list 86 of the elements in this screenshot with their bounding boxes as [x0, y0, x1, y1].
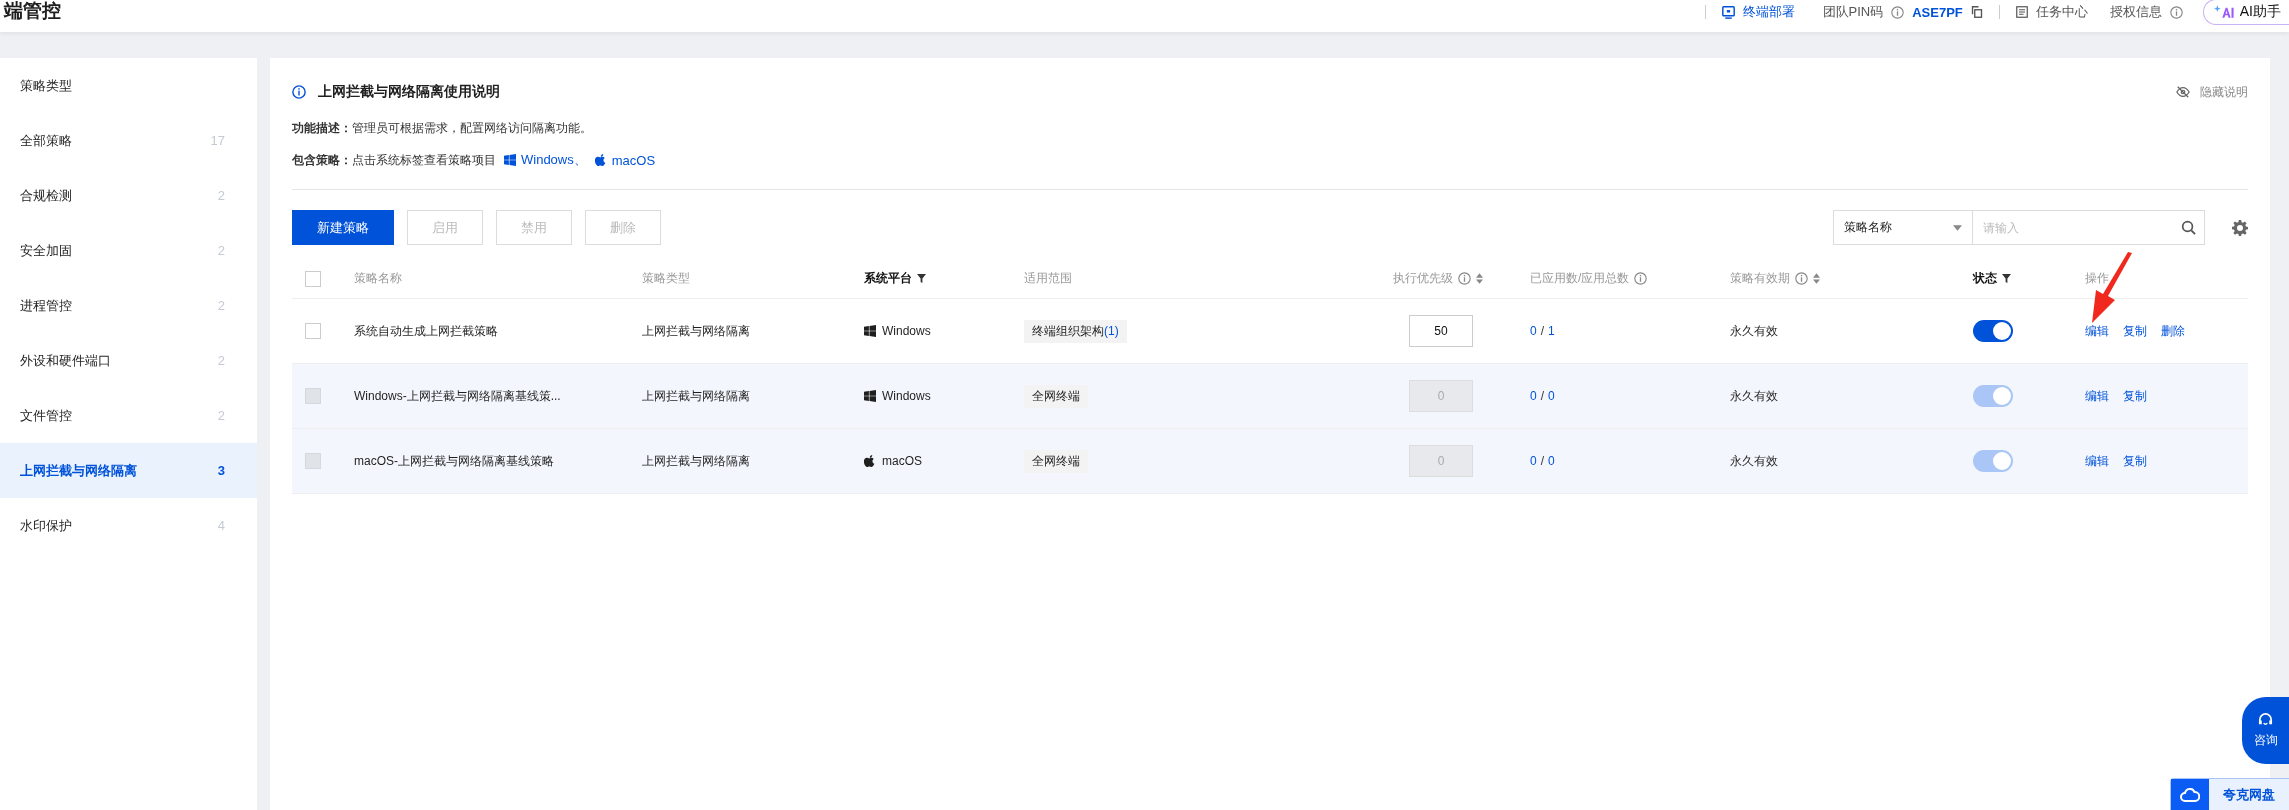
column-header: 策略有效期: [1718, 259, 1960, 299]
select-all-checkbox[interactable]: [305, 270, 321, 287]
action-link[interactable]: 复制: [2123, 322, 2147, 340]
row-checkbox[interactable]: [305, 323, 321, 339]
apple-icon: [594, 154, 607, 166]
platform-name: macOS: [882, 454, 922, 468]
page-title: 端管控: [4, 0, 61, 22]
windows-icon: [504, 154, 516, 166]
pin-code: ASE7PF: [1912, 4, 1963, 20]
info-icon: [1458, 272, 1471, 285]
column-header: 策略名称: [340, 259, 630, 299]
info-icon: [1634, 272, 1648, 285]
status-toggle[interactable]: [1973, 320, 2013, 342]
validity-text: 永久有效: [1730, 322, 1778, 340]
policy-type: 上网拦截与网络隔离: [642, 322, 750, 340]
column-header: 策略类型: [630, 259, 850, 299]
settings-icon[interactable]: [2232, 219, 2248, 236]
headset-icon: [2258, 712, 2273, 728]
policy-name: macOS-上网拦截与网络隔离基线策略: [354, 452, 554, 470]
scope-tag: 全网终端: [1024, 449, 1088, 473]
policy-type: 上网拦截与网络隔离: [642, 452, 750, 470]
sidebar-item[interactable]: 进程管控 2: [0, 278, 257, 333]
platform-name: Windows: [882, 389, 931, 403]
policy-name: Windows-上网拦截与网络隔离基线策...: [354, 387, 561, 405]
ai-assistant-button[interactable]: AI助手: [2202, 0, 2289, 25]
scope-tag: 终端组织架构(1): [1024, 319, 1127, 343]
info-icon: [292, 85, 306, 99]
column-header: 系统平台: [850, 259, 1012, 299]
sidebar-item[interactable]: 文件管控 2: [0, 388, 257, 443]
deploy-link[interactable]: 终端部署: [1721, 3, 1795, 21]
column-header: 执行优先级: [1380, 259, 1520, 299]
policies-hint: 点击系统标签查看策略项目: [352, 151, 496, 169]
search-icon[interactable]: [2181, 220, 2196, 235]
scope-tag: 全网终端: [1024, 384, 1088, 408]
info-icon: [1795, 272, 1808, 285]
column-header: 已应用数/应用总数: [1520, 259, 1718, 299]
monitor-icon: [1721, 5, 1735, 19]
policy-type: 上网拦截与网络隔离: [642, 387, 750, 405]
netdisk-button[interactable]: 夸克网盘: [2170, 778, 2289, 810]
cloud-icon: [2180, 788, 2200, 802]
sidebar-item[interactable]: 水印保护 4: [0, 498, 257, 553]
column-header: 状态: [1960, 259, 2073, 299]
description-label: 功能描述：: [292, 120, 352, 137]
sparkle-icon: [2213, 5, 2234, 19]
hide-guide-link[interactable]: 隐藏说明: [2176, 83, 2248, 101]
list-icon: [2015, 6, 2028, 18]
pin-label: 团队PIN码: [1822, 3, 1884, 21]
task-center-link[interactable]: 任务中心: [2035, 3, 2088, 21]
priority-field[interactable]: 50: [1409, 315, 1473, 347]
applied-count: 0 / 0: [1530, 454, 1555, 468]
sidebar-heading: 策略类型: [19, 76, 73, 95]
validity-text: 永久有效: [1730, 452, 1778, 470]
platform-link[interactable]: Windows、: [504, 151, 587, 169]
sidebar-item[interactable]: 全部策略 17: [0, 113, 257, 168]
hidden-eye-icon: [2176, 85, 2190, 99]
action-link[interactable]: 编辑: [2085, 322, 2109, 340]
apple-icon: [864, 455, 876, 467]
filter-icon[interactable]: [2002, 274, 2011, 283]
sort-icon[interactable]: [1813, 273, 1820, 284]
copy-icon[interactable]: [1970, 6, 1983, 18]
sidebar-item[interactable]: 外设和硬件端口 2: [0, 333, 257, 388]
policies-label: 包含策略：: [292, 151, 352, 169]
consult-button[interactable]: 咨询: [2242, 697, 2289, 764]
sort-icon[interactable]: [1476, 273, 1483, 284]
platform-name: Windows: [882, 324, 931, 338]
search-field[interactable]: 策略名称 请输入: [1833, 210, 2205, 245]
license-info-link[interactable]: 授权信息: [2109, 3, 2162, 21]
info-icon: [1891, 5, 1905, 19]
filter-icon[interactable]: [917, 274, 926, 283]
policy-name: 系统自动生成上网拦截策略: [354, 322, 498, 340]
platform-link[interactable]: macOS: [594, 152, 656, 168]
info-icon: [2169, 5, 2183, 19]
action-link[interactable]: 删除: [2161, 322, 2185, 340]
column-header: 适用范围: [1012, 259, 1380, 299]
validity-text: 永久有效: [1730, 387, 1778, 405]
description-text: 管理员可根据需求，配置网络访问隔离功能。: [352, 120, 592, 137]
toolbar-button[interactable]: 新建策略: [292, 210, 394, 245]
sidebar-item[interactable]: 合规检测 2: [0, 168, 257, 223]
caret-icon: [1953, 224, 1962, 231]
applied-count: 0 / 1: [1530, 324, 1555, 338]
windows-icon: [864, 325, 876, 337]
windows-icon: [864, 390, 876, 402]
applied-count: 0 / 0: [1530, 389, 1555, 403]
sidebar-item[interactable]: 安全加固 2: [0, 223, 257, 278]
guide-title: 上网拦截与网络隔离使用说明: [318, 83, 500, 101]
sidebar-item[interactable]: 上网拦截与网络隔离 3: [0, 443, 257, 498]
